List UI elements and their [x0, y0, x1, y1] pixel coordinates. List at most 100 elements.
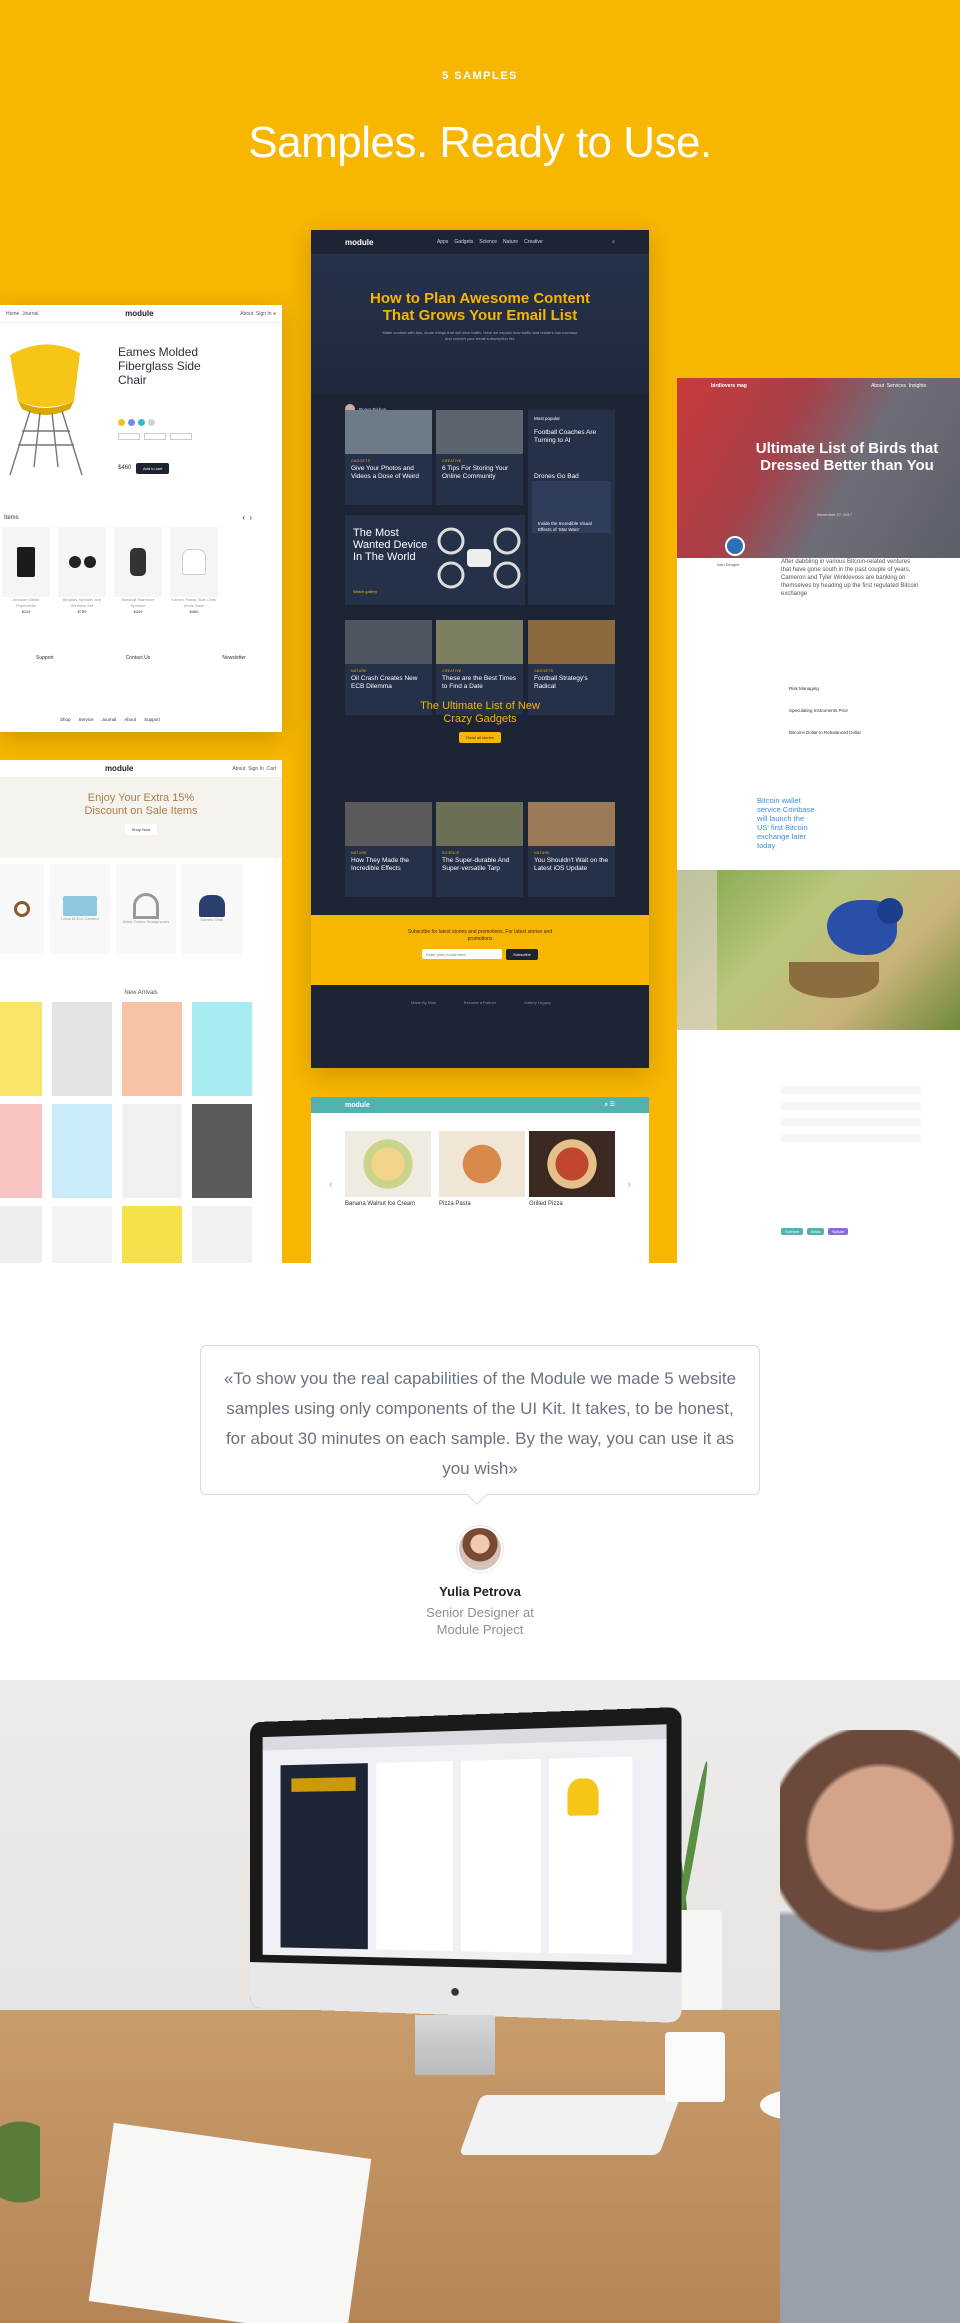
arrival-tile[interactable]: [122, 1206, 182, 1263]
imac-monitor: ●: [250, 1706, 682, 2024]
small-plant-icon: [0, 2120, 40, 2260]
product-card[interactable]: Aiaiai Tracks Headphones: [116, 864, 176, 954]
article-tile[interactable]: NATURE You Shouldn't Wait on the Latest i…: [528, 802, 615, 897]
sale-nav: module About Sign In Cart: [0, 760, 282, 778]
birds-pullquote: Bitcoin wallet service Coinbase will lau…: [757, 796, 815, 850]
blog-logo[interactable]: module: [345, 238, 373, 247]
shop-logo[interactable]: module: [125, 309, 153, 318]
food-card[interactable]: Grilled Pizza: [529, 1131, 615, 1207]
arrival-tile[interactable]: [0, 1104, 42, 1198]
blog-hero: How to Plan Awesome Content That Grows Y…: [311, 254, 649, 414]
product-card[interactable]: Leica M-Eco Camera: [50, 864, 110, 954]
blog-sample[interactable]: module Apps Gadgets Science Nature Creative …: [311, 230, 649, 1068]
swatch-blue[interactable]: [128, 419, 135, 426]
arrival-tile[interactable]: [0, 1002, 42, 1096]
article-title[interactable]: How They Made the Incredible Effects: [345, 855, 432, 875]
product-card[interactable]: Beoplay Speaker and Wireless Set $789: [58, 527, 106, 615]
article-category: GADGETS: [534, 669, 554, 673]
blog-hero-sub: Make content with tips, share things tha…: [382, 330, 578, 341]
article-title[interactable]: 6 Tips For Storing Your Online Community: [436, 463, 523, 483]
swatch-teal[interactable]: [138, 419, 145, 426]
tag-list: Science Birds Nature: [781, 1228, 849, 1235]
workspace-photo: ●: [0, 1680, 960, 2323]
nav-link-signin[interactable]: Sign In: [256, 311, 272, 317]
subscribe-button[interactable]: Subscribe: [506, 949, 538, 960]
arrival-tile[interactable]: [192, 1104, 252, 1198]
feature-block[interactable]: The Most Wanted Device In The World Watc…: [345, 515, 525, 605]
hero-section: 5 SAMPLES Samples. Ready to Use. Home Jo…: [0, 0, 960, 1263]
arrival-tile[interactable]: [122, 1002, 182, 1096]
article-title[interactable]: Oil Crash Creates New ECB Dilemma: [345, 673, 432, 693]
monitor-stand: [415, 2015, 495, 2075]
article-tile[interactable]: GADGETS Give Your Photos and Videos a Dos…: [345, 410, 432, 505]
article-title[interactable]: Give Your Photos and Videos a Dose of We…: [345, 463, 432, 483]
hero-tag: 5 SAMPLES: [442, 70, 518, 82]
nav-link-journal[interactable]: Journal: [22, 311, 38, 317]
arrival-tile[interactable]: [192, 1002, 252, 1096]
shop-now-button[interactable]: Shop Now: [124, 824, 158, 835]
product-card[interactable]: [0, 864, 44, 954]
sale-banner: Enjoy Your Extra 15% Discount on Sale It…: [0, 778, 282, 858]
cart-icon[interactable]: ●: [273, 311, 276, 317]
swatch-yellow[interactable]: [118, 419, 125, 426]
size-options[interactable]: [118, 433, 192, 440]
article-title[interactable]: These are the Best Times to Find a Date: [436, 673, 523, 693]
article-image: [436, 410, 523, 454]
article-title[interactable]: The Super-durable And Super-versatile Ta…: [436, 855, 523, 875]
arrival-tile[interactable]: [192, 1206, 252, 1263]
footer-links[interactable]: Shop Service Journal About Support: [60, 717, 160, 722]
arrival-tile[interactable]: [52, 1002, 112, 1096]
food-card[interactable]: Pizza Pasta: [439, 1131, 525, 1207]
arrival-tile[interactable]: [52, 1104, 112, 1198]
arrival-tile[interactable]: [0, 1206, 42, 1263]
read-stories-button[interactable]: Read all stories: [459, 732, 501, 743]
birds-list: Risk Managing Speculating Instruments Pri…: [789, 686, 862, 735]
arrival-tile[interactable]: [52, 1206, 112, 1263]
sale-logo[interactable]: module: [105, 764, 133, 773]
author-avatar: [725, 536, 745, 556]
color-swatches[interactable]: [118, 413, 158, 431]
product-card[interactable]: Marshall Stanmore Speaker $349: [114, 527, 162, 615]
shop-nav: Home Journal module About Sign In ●: [0, 305, 282, 323]
product-card[interactable]: Amazon Kindle Paperwhite $119: [2, 527, 50, 615]
person: [780, 1730, 960, 2323]
add-to-cart-button[interactable]: Add to cart: [136, 463, 170, 474]
feature-cta[interactable]: Watch gallery: [353, 589, 377, 594]
section-label: Items: [4, 515, 19, 521]
product-card[interactable]: Eames Plastic Side Chair White Base $460: [170, 527, 218, 615]
search-icon[interactable]: ⌕ ☰: [605, 1101, 615, 1109]
article-image: [528, 620, 615, 664]
article-tile[interactable]: CREATIVE 6 Tips For Storing Your Online C…: [436, 410, 523, 505]
article-tile[interactable]: NATURE How They Made the Incredible Effec…: [345, 802, 432, 897]
article-category: GADGETS: [351, 459, 371, 463]
email-field[interactable]: [422, 949, 503, 959]
shop-product-sample[interactable]: Home Journal module About Sign In ● Eame…: [0, 305, 282, 732]
bird-photo: [677, 870, 960, 1030]
subscribe-band: Subscribe for latest stories and promoti…: [311, 915, 649, 985]
food-nav: module ⌕ ☰: [311, 1097, 649, 1113]
article-title[interactable]: You Shouldn't Wait on the Latest iOS Upd…: [528, 855, 615, 875]
food-sample[interactable]: module ⌕ ☰ ‹ › Banana Walnut Ice Cream Pi…: [311, 1097, 649, 1263]
product-card[interactable]: Eames Chair: [182, 864, 242, 954]
article-category: NATURE: [351, 851, 367, 855]
food-prev-arrow[interactable]: ‹: [329, 1179, 332, 1190]
swatch-grey[interactable]: [148, 419, 155, 426]
search-icon[interactable]: ⌕: [612, 239, 615, 245]
arrival-tile[interactable]: [122, 1104, 182, 1198]
feature-title: The Most Wanted Device In The World: [353, 527, 428, 563]
nav-link-about[interactable]: About: [240, 311, 253, 317]
article-title[interactable]: Football Strategy's Radical: [528, 673, 615, 693]
sale-products: Leica M-Eco Camera Aiaiai Tracks Headpho…: [0, 858, 282, 954]
shop-footer: Support Contact Us Newsletter: [36, 655, 246, 661]
food-next-arrow[interactable]: ›: [628, 1179, 631, 1190]
birds-sample[interactable]: birdlovers mag About Services Insights U…: [677, 378, 960, 1263]
article-category: SCIENCE: [442, 851, 460, 855]
food-card[interactable]: Banana Walnut Ice Cream: [345, 1131, 431, 1207]
gadgets-title: The Ultimate List of New Crazy Gadgets: [420, 700, 540, 725]
carousel-arrows[interactable]: ‹ ›: [242, 513, 252, 522]
article-tile[interactable]: SCIENCE The Super-durable And Super-versa…: [436, 802, 523, 897]
nav-link-home[interactable]: Home: [6, 311, 19, 317]
notebook: [88, 2122, 372, 2323]
shop-sale-sample[interactable]: module About Sign In Cart Enjoy Your Ext…: [0, 760, 282, 1263]
birds-table: [781, 1078, 921, 1148]
